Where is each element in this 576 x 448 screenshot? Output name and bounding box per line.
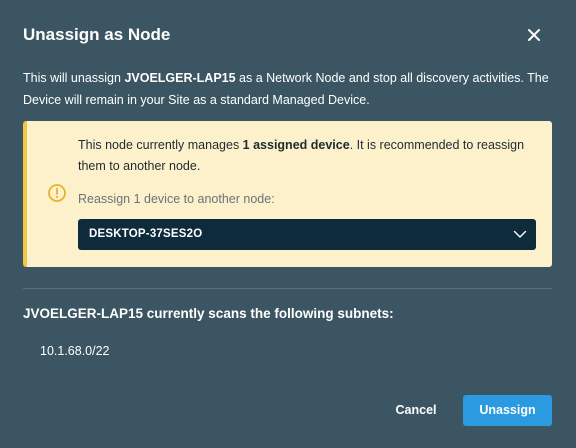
close-icon <box>528 29 540 41</box>
unassign-node-dialog: Unassign as Node This will unassign JVOE… <box>0 0 576 448</box>
intro-part1: This will unassign <box>23 71 125 85</box>
cancel-button[interactable]: Cancel <box>386 395 446 426</box>
chevron-down-icon <box>513 230 527 238</box>
unassign-button[interactable]: Unassign <box>463 395 552 426</box>
dialog-title: Unassign as Node <box>23 25 171 44</box>
warning-msg-part1: This node currently manages <box>78 138 243 152</box>
subnet-item: 10.1.68.0/22 <box>40 344 110 358</box>
warning-message: This node currently manages 1 assigned d… <box>78 135 548 177</box>
node-select[interactable]: DESKTOP-37SES2O <box>78 219 536 250</box>
reassign-label: Reassign 1 device to another node: <box>78 192 275 206</box>
close-button[interactable] <box>524 25 544 45</box>
intro-text: This will unassign JVOELGER-LAP15 as a N… <box>23 67 553 111</box>
intro-device-name: JVOELGER-LAP15 <box>124 71 236 85</box>
warning-msg-bold: 1 assigned device <box>242 138 350 152</box>
subnets-title: JVOELGER-LAP15 currently scans the follo… <box>23 306 394 321</box>
node-select-value: DESKTOP-37SES2O <box>89 228 203 240</box>
warning-panel: This node currently manages 1 assigned d… <box>23 121 552 267</box>
divider <box>23 288 552 289</box>
warning-circle-icon <box>48 184 66 202</box>
